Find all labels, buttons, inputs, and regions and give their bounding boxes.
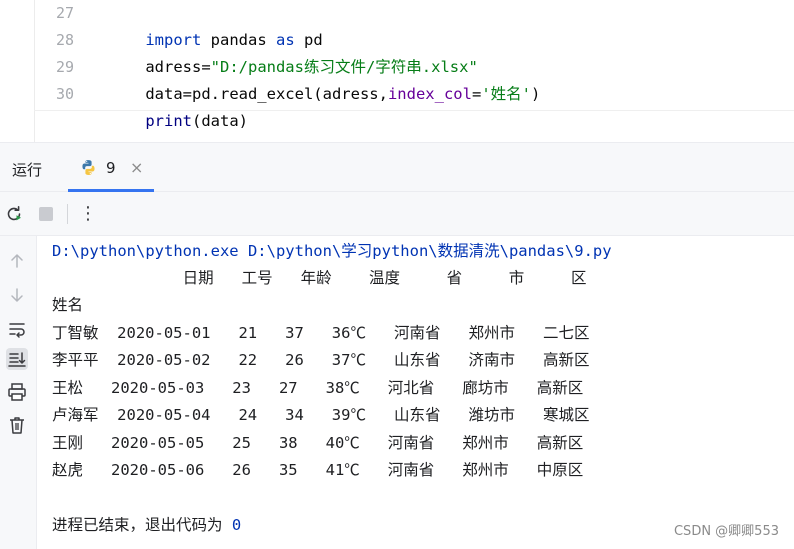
code-token: index_col <box>387 85 472 103</box>
code-line[interactable]: data=pd.read_excel(adress,index_col='姓名'… <box>108 54 540 103</box>
python-icon <box>82 160 95 175</box>
arrow-down-icon[interactable] <box>6 284 28 306</box>
exit-text: 进程已结束，退出代码为 <box>52 516 232 534</box>
run-command: D:\python\python.exe D:\python\学习python\… <box>52 242 612 260</box>
stop-icon[interactable] <box>36 204 56 224</box>
code-line[interactable]: adress="D:/pandas练习文件/字符串.xlsx" <box>108 27 477 76</box>
scroll-to-end-icon[interactable] <box>6 348 28 370</box>
trash-icon[interactable] <box>6 414 28 436</box>
editor-divider <box>34 110 794 111</box>
run-tab-label: 9 <box>106 159 116 177</box>
run-tool-window-header: 运行 9 × <box>0 142 794 192</box>
more-options-icon[interactable]: ⋮ <box>78 202 98 224</box>
exit-code: 0 <box>231 516 242 534</box>
rerun-icon[interactable] <box>4 204 24 224</box>
table-header: 日期 工号 年龄 温度 省 市 区 <box>52 269 587 287</box>
table-row: 赵虎 2020-05-06 26 35 41℃ 河南省 郑州市 中原区 <box>52 461 584 479</box>
code-token: '姓名' <box>481 85 531 103</box>
line-number: 30 <box>55 85 74 103</box>
toolbar-separator <box>67 204 68 224</box>
code-token: ) <box>530 85 541 103</box>
table-row: 丁智敏 2020-05-01 21 37 36℃ 河南省 郑州市 二七区 <box>52 324 590 342</box>
code-token: print <box>145 112 192 130</box>
table-row: 李平平 2020-05-02 22 26 37℃ 山东省 济南市 高新区 <box>52 351 590 369</box>
exit-message: 进程已结束，退出代码为 0 <box>52 512 241 539</box>
print-icon[interactable] <box>6 381 28 403</box>
line-number: 29 <box>55 58 74 76</box>
code-token: (data) <box>192 112 248 130</box>
console-output[interactable]: D:\python\python.exe D:\python\学习python\… <box>37 236 794 549</box>
table-row: 王刚 2020-05-05 25 38 40℃ 河南省 郑州市 高新区 <box>52 434 584 452</box>
code-line[interactable]: print(data) <box>108 81 248 130</box>
code-token: = <box>471 85 482 103</box>
run-panel-title: 运行 <box>12 161 43 179</box>
line-number: 27 <box>55 4 74 22</box>
index-label: 姓名 <box>52 296 84 314</box>
console-side-toolbar <box>0 236 37 549</box>
table-row: 王松 2020-05-03 23 27 38℃ 河北省 廊坊市 高新区 <box>52 379 584 397</box>
run-toolbar: ⋮ <box>0 192 794 236</box>
soft-wrap-icon[interactable] <box>6 318 28 340</box>
table-row: 卢海军 2020-05-04 24 34 39℃ 山东省 潍坊市 寒城区 <box>52 406 590 424</box>
code-line[interactable]: import pandas as pd <box>108 0 322 49</box>
arrow-up-icon[interactable] <box>6 250 28 272</box>
code-editor[interactable]: 27 28 29 30 import pandas as pd adress="… <box>0 0 794 142</box>
line-number: 28 <box>55 31 74 49</box>
run-tab-9[interactable]: 9 × <box>68 143 154 192</box>
watermark: CSDN @卿卿553 <box>673 524 779 539</box>
close-icon[interactable]: × <box>130 158 143 177</box>
